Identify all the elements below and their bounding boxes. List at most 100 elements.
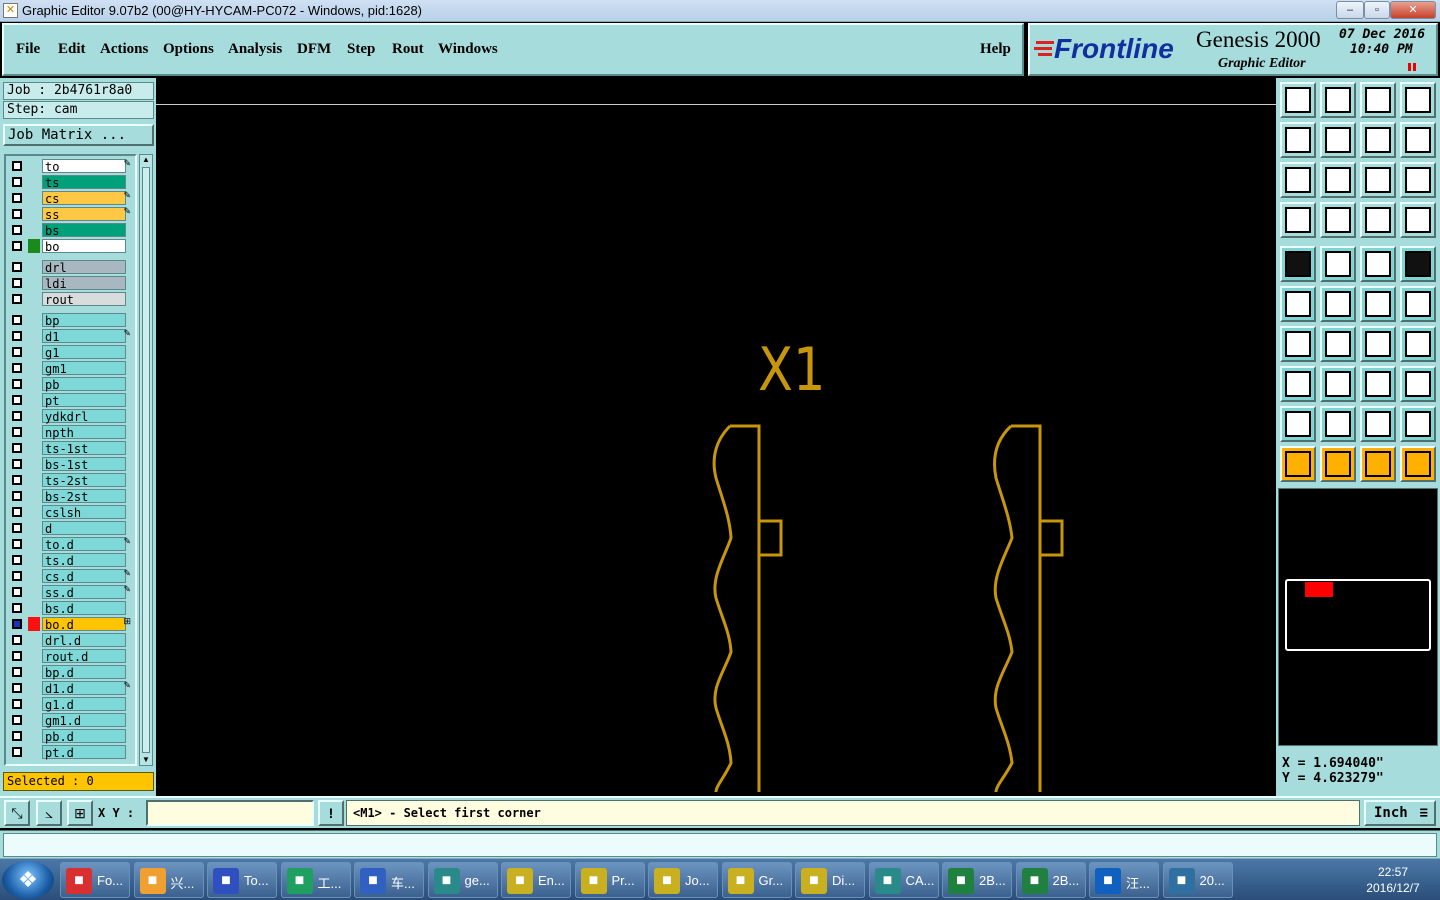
layer-color-swatch[interactable] <box>28 537 40 551</box>
flip-icon[interactable] <box>1400 326 1436 362</box>
menu-file[interactable]: File <box>16 41 40 58</box>
layer-row-g1[interactable]: g1 <box>8 344 135 360</box>
layer-row-d1-d[interactable]: d1.d ✎ <box>8 680 135 696</box>
layer-color-swatch[interactable] <box>28 425 40 439</box>
unit-selector[interactable]: Inch ≡ <box>1364 800 1436 826</box>
layer-name[interactable]: ldi <box>42 276 126 291</box>
home-icon[interactable] <box>1360 82 1396 118</box>
taskbar-item[interactable]: ■ 兴... <box>133 862 204 898</box>
circle-icon[interactable] <box>1400 246 1436 282</box>
undo-icon[interactable] <box>1280 122 1316 158</box>
layer-color-swatch[interactable] <box>28 617 40 631</box>
layer-checkbox[interactable] <box>12 683 22 693</box>
horizontal-icon[interactable] <box>1320 366 1356 402</box>
layer-color-swatch[interactable] <box>28 585 40 599</box>
layer-name[interactable]: npth <box>42 425 126 440</box>
layer-name[interactable]: bo.d <box>42 617 126 632</box>
taskbar-item[interactable]: ■ 工... <box>280 862 351 898</box>
layer-row-bo[interactable]: bo <box>8 238 135 254</box>
line-alt-icon[interactable] <box>1400 286 1436 322</box>
layer-color-swatch[interactable] <box>28 207 40 221</box>
layer-row-bs[interactable]: bs <box>8 222 135 238</box>
layer-name[interactable]: ss.d <box>42 585 126 600</box>
layer-row-ts-1st[interactable]: ts-1st <box>8 440 135 456</box>
layer-color-swatch[interactable] <box>28 409 40 423</box>
layer-checkbox[interactable] <box>12 379 22 389</box>
layer-name[interactable]: ydkdrl <box>42 409 126 424</box>
layer-checkbox[interactable] <box>12 699 22 709</box>
menu-analysis[interactable]: Analysis <box>228 41 282 58</box>
layer-name[interactable]: d1.d <box>42 681 126 696</box>
scroll-up-icon[interactable]: ▲ <box>141 156 151 164</box>
xy-input[interactable] <box>146 800 314 826</box>
layer-checkbox[interactable] <box>12 411 22 421</box>
layer-color-swatch[interactable] <box>28 276 40 290</box>
layer-checkbox[interactable] <box>12 347 22 357</box>
layer-row-g1-d[interactable]: g1.d <box>8 696 135 712</box>
layer-name[interactable]: drl.d <box>42 633 126 648</box>
layer-checkbox[interactable] <box>12 667 22 677</box>
layer-checkbox[interactable] <box>12 555 22 565</box>
layer-name[interactable]: g1.d <box>42 697 126 712</box>
layer-color-swatch[interactable] <box>28 260 40 274</box>
layer-name[interactable]: bs <box>42 223 126 238</box>
overview-window[interactable] <box>1278 488 1438 746</box>
layer-color-swatch[interactable] <box>28 441 40 455</box>
zoom-fit-icon[interactable] <box>1280 162 1316 198</box>
layer-checkbox[interactable] <box>12 294 22 304</box>
layer-name[interactable]: bs.d <box>42 601 126 616</box>
layer-color-swatch[interactable] <box>28 697 40 711</box>
layer-checkbox[interactable] <box>12 523 22 533</box>
layer-name[interactable]: ts <box>42 175 126 190</box>
layer-name[interactable]: ss <box>42 207 126 222</box>
layer-checkbox[interactable] <box>12 262 22 272</box>
taskbar-item[interactable]: ■ 车... <box>354 862 424 898</box>
shape-icon[interactable] <box>1400 366 1436 402</box>
layer-color-swatch[interactable] <box>28 292 40 306</box>
point-icon[interactable] <box>1280 366 1316 402</box>
layer-color-swatch[interactable] <box>28 313 40 327</box>
layer-name[interactable]: d <box>42 521 126 536</box>
help-icon[interactable] <box>1400 162 1436 198</box>
layer-name[interactable]: bp.d <box>42 665 126 680</box>
break-icon[interactable] <box>1320 286 1356 322</box>
layer-list-scrollbar[interactable]: ▲ ▼ <box>139 154 153 766</box>
measure-icon[interactable] <box>1360 366 1396 402</box>
connect-icon[interactable] <box>1280 286 1316 322</box>
layer-checkbox[interactable] <box>12 395 22 405</box>
layer-row-bs-d[interactable]: bs.d <box>8 600 135 616</box>
triangle-alt-icon[interactable] <box>1400 406 1436 442</box>
layer-name[interactable]: drl <box>42 260 126 275</box>
layer-color-swatch[interactable] <box>28 329 40 343</box>
layer-row-d1[interactable]: d1 ✎ <box>8 328 135 344</box>
layer-row-cslsh[interactable]: cslsh <box>8 504 135 520</box>
close-button[interactable]: ✕ <box>1390 1 1436 19</box>
job-matrix-button[interactable]: Job Matrix ... <box>3 124 154 146</box>
line-icon[interactable] <box>1360 286 1396 322</box>
layer-checkbox[interactable] <box>12 315 22 325</box>
layer-row-bp[interactable]: bp <box>8 312 135 328</box>
layer-name[interactable]: ts-2st <box>42 473 126 488</box>
layer-name[interactable]: pt.d <box>42 745 126 760</box>
layer-color-swatch[interactable] <box>28 377 40 391</box>
taskbar-item[interactable]: ■ Di... <box>795 862 865 898</box>
grid-icon[interactable]: ⊞ <box>67 800 93 826</box>
layer-name[interactable]: rout.d <box>42 649 126 664</box>
settings-icon[interactable] <box>1280 202 1316 238</box>
layer-color-swatch[interactable] <box>28 473 40 487</box>
layer-color-swatch[interactable] <box>28 569 40 583</box>
layer-row-to[interactable]: to ✎ <box>8 158 135 174</box>
layer-name[interactable]: ts.d <box>42 553 126 568</box>
minimize-button[interactable]: – <box>1336 1 1364 19</box>
layer-checkbox[interactable] <box>12 651 22 661</box>
layer-color-swatch[interactable] <box>28 521 40 535</box>
select-icon[interactable] <box>1280 446 1316 482</box>
layer-color-swatch[interactable] <box>28 665 40 679</box>
layer-name[interactable]: rout <box>42 292 126 307</box>
mirror-icon[interactable] <box>1400 122 1436 158</box>
triangle-fill-icon[interactable] <box>1360 406 1396 442</box>
layer-row-bo-d[interactable]: bo.d ⊞ <box>8 616 135 632</box>
layer-checkbox[interactable] <box>12 225 22 235</box>
layer-name[interactable]: cslsh <box>42 505 126 520</box>
layer-row-d[interactable]: d <box>8 520 135 536</box>
